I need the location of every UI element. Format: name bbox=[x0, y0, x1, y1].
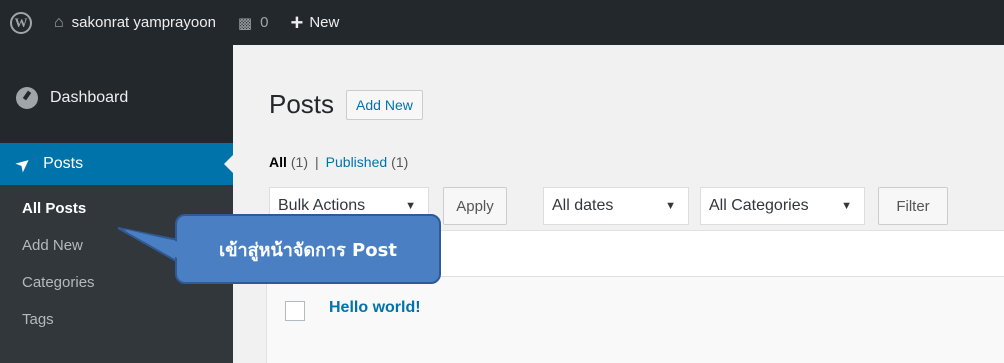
submenu-categories[interactable]: Categories bbox=[22, 274, 95, 291]
post-title-link[interactable]: Hello world! bbox=[329, 299, 421, 317]
active-indicator-arrow bbox=[224, 155, 233, 173]
dates-value: All dates bbox=[552, 197, 614, 214]
admin-bar: W ⌂ sakonrat yamprayoon ▩ 0 + New bbox=[0, 0, 1004, 45]
site-name-link[interactable]: ⌂ sakonrat yamprayoon bbox=[54, 14, 216, 32]
dates-select[interactable]: All dates ▼ bbox=[543, 187, 689, 225]
chevron-down-icon: ▼ bbox=[405, 200, 416, 212]
page-header: Posts Add New bbox=[269, 89, 423, 120]
plus-icon: + bbox=[290, 9, 304, 35]
categories-select[interactable]: All Categories ▼ bbox=[700, 187, 865, 225]
bulk-actions-value: Bulk Actions bbox=[278, 197, 366, 214]
submenu-tags[interactable]: Tags bbox=[22, 311, 54, 328]
categories-value: All Categories bbox=[709, 197, 809, 214]
comments-count: 0 bbox=[260, 14, 269, 31]
filter-button[interactable]: Filter bbox=[878, 187, 948, 225]
add-new-button[interactable]: Add New bbox=[346, 89, 423, 120]
wordpress-icon[interactable]: W bbox=[10, 11, 32, 34]
submenu-all-posts[interactable]: All Posts bbox=[22, 200, 86, 217]
annotation-callout: เข้าสู่หน้าจัดการ Post bbox=[175, 214, 441, 284]
dashboard-icon bbox=[16, 87, 38, 109]
chevron-down-icon: ▼ bbox=[665, 200, 676, 212]
sidebar-item-label: Dashboard bbox=[50, 89, 129, 106]
callout-text: เข้าสู่หน้าจัดการ Post bbox=[219, 239, 397, 261]
filter-published[interactable]: Published bbox=[326, 154, 388, 170]
comment-icon: ▩ bbox=[237, 14, 253, 32]
comments-link[interactable]: ▩ 0 bbox=[238, 14, 269, 32]
page-title: Posts bbox=[269, 89, 335, 119]
status-filters: All (1) | Published (1) bbox=[269, 154, 408, 170]
table-row: Hello world! bbox=[266, 277, 1004, 363]
main-content: Posts Add New All (1) | Published (1) Bu… bbox=[233, 45, 1004, 363]
home-icon: ⌂ bbox=[54, 13, 64, 31]
row-checkbox[interactable] bbox=[285, 301, 305, 321]
sidebar-item-dashboard[interactable]: Dashboard bbox=[0, 78, 233, 118]
chevron-down-icon: ▼ bbox=[841, 200, 852, 212]
filter-separator: | bbox=[315, 154, 319, 170]
apply-button[interactable]: Apply bbox=[443, 187, 507, 225]
site-name-label: sakonrat yamprayoon bbox=[71, 14, 216, 31]
sidebar-item-posts[interactable]: ➤ Posts bbox=[0, 143, 233, 185]
pin-icon: ➤ bbox=[11, 151, 36, 177]
new-label: New bbox=[309, 14, 340, 31]
admin-sidebar: Dashboard ➤ Posts All Posts Add New Cate… bbox=[0, 45, 233, 363]
filter-all[interactable]: All bbox=[269, 154, 287, 170]
sidebar-item-label: Posts bbox=[43, 155, 84, 172]
submenu-add-new[interactable]: Add New bbox=[22, 237, 83, 254]
filter-published-count: (1) bbox=[391, 154, 409, 170]
new-content-link[interactable]: + New bbox=[290, 10, 339, 36]
filter-all-count: (1) bbox=[290, 154, 309, 170]
